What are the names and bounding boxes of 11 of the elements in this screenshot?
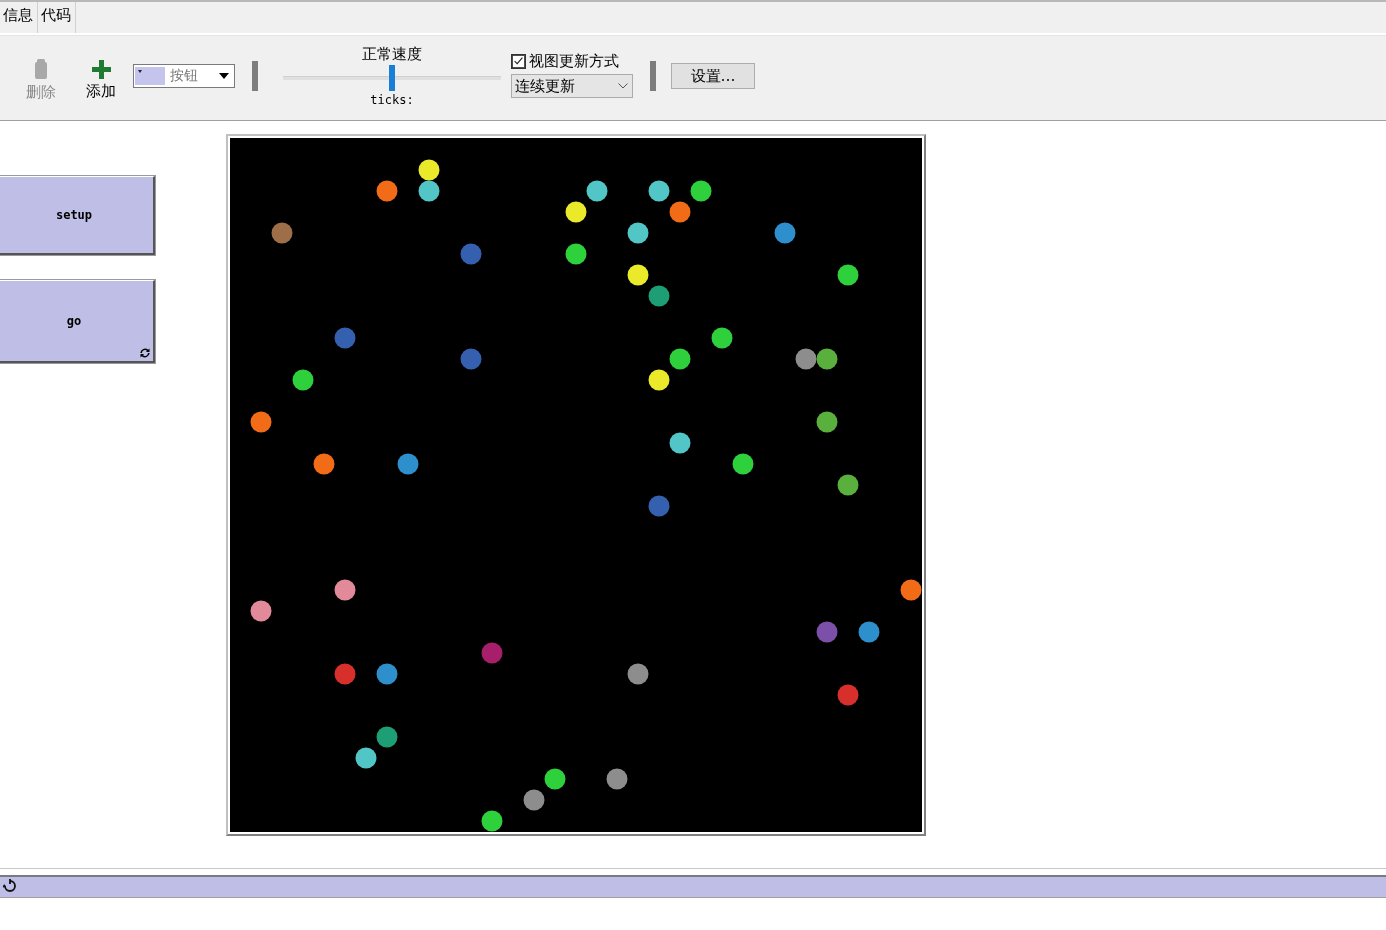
speed-label: 正常速度 (362, 45, 422, 63)
tab[interactable]: 信息 (0, 2, 38, 33)
widget-type-dropdown[interactable]: 按钮 (133, 64, 235, 88)
command-button[interactable]: setup (0, 176, 155, 255)
command-button[interactable]: go (0, 280, 155, 363)
settings-button[interactable]: 设置… (671, 63, 755, 89)
tab[interactable]: 代码 (38, 2, 76, 33)
add-button[interactable]: 添加 (86, 59, 116, 101)
view-updates-checkbox[interactable]: 视图更新方式 (511, 52, 633, 71)
update-mode-dropdown[interactable]: 连续更新 (511, 74, 633, 98)
ticks-label: ticks: (370, 93, 414, 107)
